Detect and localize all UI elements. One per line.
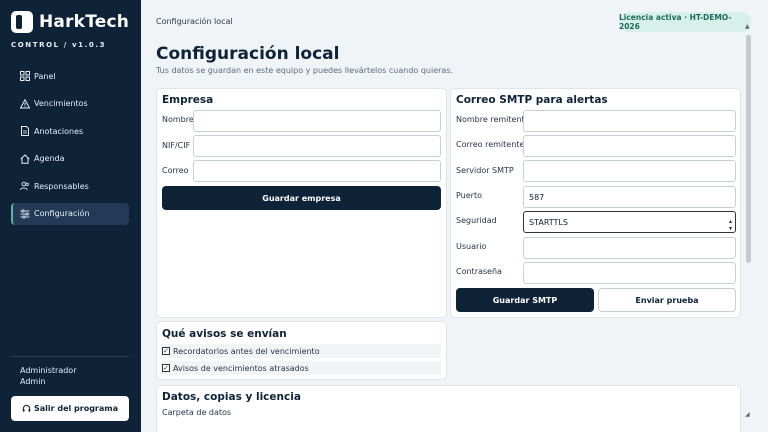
license-badge: Licencia activa · HT-DEMO-2026 — [619, 12, 751, 32]
field-label: Correo — [162, 166, 189, 175]
empresa-title: Empresa — [162, 94, 214, 106]
logo-icon — [11, 11, 33, 33]
sliders-icon — [20, 209, 30, 219]
checkbox[interactable]: ✓ — [162, 364, 170, 372]
sidebar-item-configuracion[interactable]: Configuración — [11, 202, 129, 225]
sidebar-item-label: Responsables — [34, 181, 89, 191]
field-label: Nombre — [162, 115, 194, 124]
field-label: Puerto — [456, 191, 482, 200]
list-item[interactable]: ✓ Avisos de vencimientos atrasados — [161, 361, 441, 375]
sidebar-nav: Panel Vencimientos Anotaciones Agenda Re… — [11, 65, 129, 231]
smtp-user-input[interactable] — [523, 237, 736, 259]
datos-title: Datos, copias y licencia — [162, 391, 301, 403]
sidebar-item-vencimientos[interactable]: Vencimientos — [11, 93, 129, 115]
sidebar-item-label: Configuración — [34, 209, 90, 219]
exit-button[interactable]: Salir del programa — [11, 396, 129, 421]
sidebar-item-responsables[interactable]: Responsables — [11, 175, 129, 197]
sidebar-item-agenda[interactable]: Agenda — [11, 148, 129, 170]
empresa-correo-input[interactable] — [193, 160, 441, 182]
headset-icon — [22, 404, 31, 412]
resize-grip-icon: ◢ — [745, 411, 750, 418]
empresa-nif-input[interactable] — [193, 135, 441, 157]
page-subtitle: Tus datos se guardan en este equipo y pu… — [156, 66, 454, 75]
field-label: Nombre remitente — [456, 115, 530, 124]
scroll-up-icon[interactable]: ▲ — [745, 23, 750, 30]
field-label: Seguridad — [456, 216, 497, 225]
chevron-down-icon: ▴ ▾ — [728, 218, 732, 232]
smtp-security-value: STARTTLS — [529, 217, 568, 227]
smtp-sender-name-input[interactable] — [523, 110, 736, 132]
user-role: Administrador — [20, 366, 77, 375]
avisos-title: Qué avisos se envían — [162, 328, 287, 340]
sidebar-divider — [11, 356, 129, 357]
field-label: Correo remitente — [456, 140, 525, 149]
user-info: Administrador Admin — [20, 365, 76, 387]
save-smtp-button[interactable]: Guardar SMTP — [456, 288, 594, 312]
home-icon — [20, 154, 30, 164]
field-label: Contraseña — [456, 267, 502, 276]
data-folder-label: Carpeta de datos — [162, 408, 232, 417]
smtp-title: Correo SMTP para alertas — [456, 94, 608, 106]
checkbox-label: Recordatorios antes del vencimiento — [173, 346, 320, 356]
field-label: Usuario — [456, 242, 487, 251]
exit-button-label: Salir del programa — [33, 404, 119, 413]
logo: HarkTech — [11, 11, 129, 33]
brand-name: HarkTech — [39, 12, 130, 32]
smtp-server-input[interactable] — [523, 160, 736, 182]
save-empresa-button[interactable]: Guardar empresa — [162, 186, 441, 210]
breadcrumb: Configuración local — [156, 17, 233, 26]
sidebar: HarkTech CONTROL / v1.0.3 Panel Vencimie… — [0, 0, 141, 432]
sidebar-item-label: Agenda — [34, 154, 65, 164]
page-title: Configuración local — [156, 44, 340, 64]
sidebar-item-panel[interactable]: Panel — [11, 65, 129, 87]
field-label: NIF/CIF — [162, 141, 191, 150]
sidebar-item-label: Anotaciones — [34, 126, 84, 136]
brand-subtitle: CONTROL / v1.0.3 — [11, 41, 107, 49]
smtp-security-select[interactable]: STARTTLS ▴ ▾ — [523, 211, 736, 233]
checkbox[interactable]: ✓ — [162, 347, 170, 355]
smtp-port-input[interactable]: 587 — [523, 186, 736, 208]
sidebar-item-label: Panel — [34, 71, 56, 81]
users-icon — [20, 181, 30, 191]
list-item[interactable]: ✓ Recordatorios antes del vencimiento — [161, 344, 441, 358]
empresa-nombre-input[interactable] — [193, 110, 441, 132]
user-name: Admin — [20, 377, 46, 386]
field-label: Servidor SMTP — [456, 166, 514, 175]
scrollbar-thumb[interactable] — [746, 35, 751, 263]
checkbox-label: Avisos de vencimientos atrasados — [173, 363, 309, 373]
smtp-sender-email-input[interactable] — [523, 135, 736, 157]
document-icon — [20, 126, 30, 137]
grid-icon — [20, 71, 30, 81]
smtp-password-input[interactable] — [523, 262, 736, 284]
sidebar-item-anotaciones[interactable]: Anotaciones — [11, 120, 129, 142]
send-test-button[interactable]: Enviar prueba — [598, 288, 736, 312]
sidebar-item-label: Vencimientos — [34, 99, 88, 109]
warning-icon — [20, 98, 30, 109]
